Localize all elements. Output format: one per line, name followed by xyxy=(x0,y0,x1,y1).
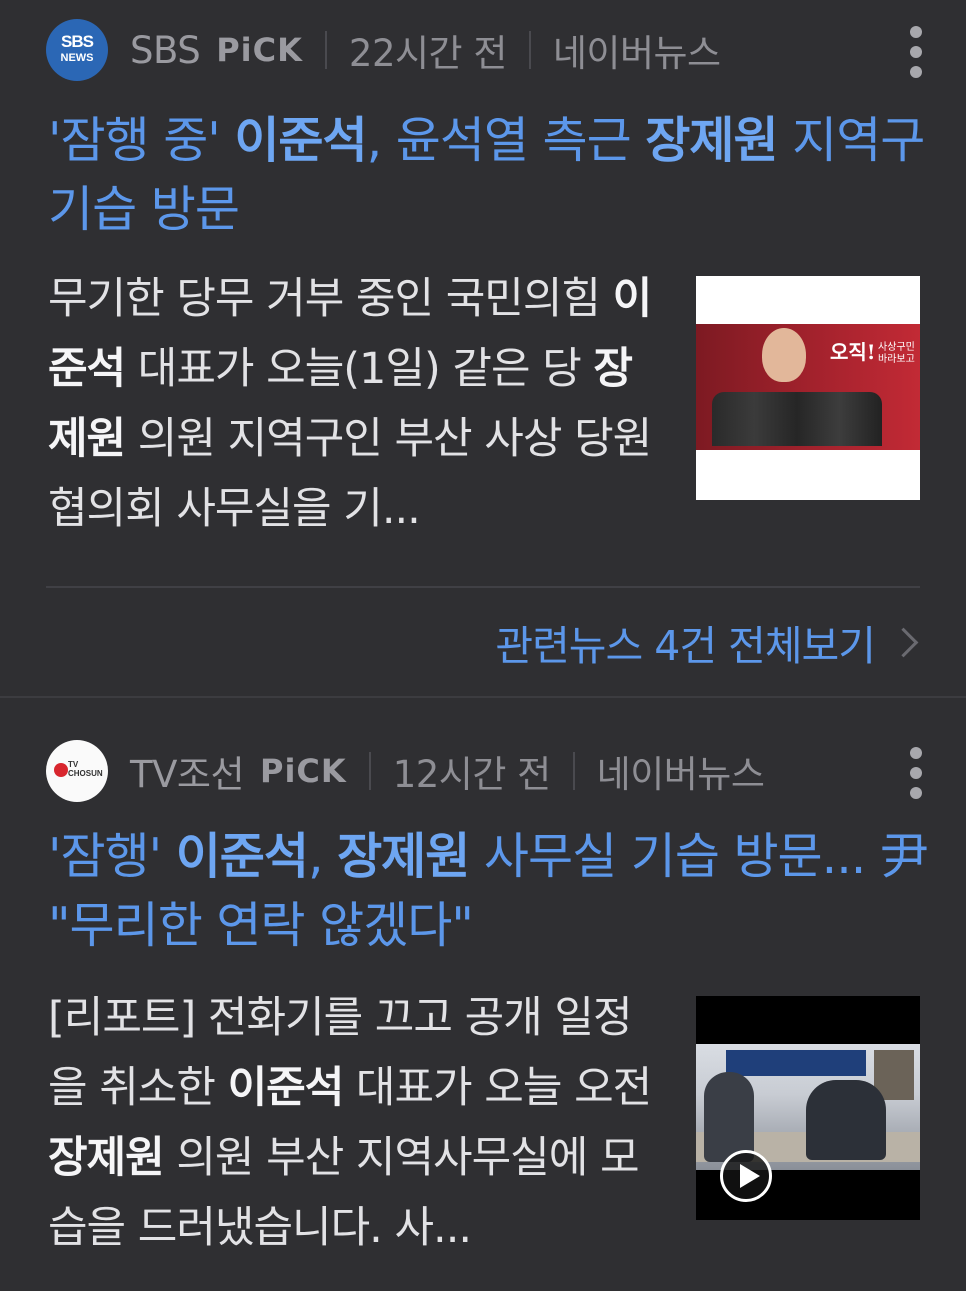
more-options-icon[interactable] xyxy=(910,747,922,799)
headline-text: , xyxy=(307,828,338,885)
related-news-label: 관련뉴스 4건 전체보기 xyxy=(495,622,876,670)
section-divider xyxy=(46,586,920,588)
article-headline[interactable]: '잠행 중' 이준석, 윤석열 측근 장제원 지역구 기습 방문 xyxy=(48,106,928,244)
publish-time: 22시간 전 xyxy=(348,32,507,75)
news-card-tvchosun[interactable]: TV CHOSUN TV조선 PiCK 12시간 전 네이버뉴스 '잠행' 이준… xyxy=(0,696,966,1291)
news-card-sbs[interactable]: SBS NEWS SBS PiCK 22시간 전 네이버뉴스 '잠행 중' 이준… xyxy=(0,0,966,696)
headline-text: , 윤석열 측근 xyxy=(366,112,646,169)
related-news-link[interactable]: 관련뉴스 4건 전체보기 xyxy=(495,612,920,672)
person-figure xyxy=(704,1072,754,1162)
meta-divider xyxy=(528,31,531,69)
article-meta: SBS NEWS SBS PiCK 22시간 전 네이버뉴스 xyxy=(46,18,721,82)
pick-badge: PiCK xyxy=(216,31,303,69)
logo-text: TV CHOSUN xyxy=(68,760,103,778)
headline-keyword: 장제원 xyxy=(645,112,778,169)
pick-badge: PiCK xyxy=(260,752,347,790)
more-options-icon[interactable] xyxy=(910,26,922,78)
logo-subtext: NEWS xyxy=(60,52,94,64)
headline-keyword: 이준석 xyxy=(234,112,367,169)
article-meta: TV CHOSUN TV조선 PiCK 12시간 전 네이버뉴스 xyxy=(46,739,765,803)
headline-keyword: 이준석 xyxy=(175,828,309,885)
headline-text: '잠행 중' xyxy=(48,112,235,169)
group-figure xyxy=(712,392,882,446)
publish-time: 12시간 전 xyxy=(392,753,551,796)
meta-divider xyxy=(324,31,327,69)
article-headline[interactable]: '잠행' 이준석, 장제원 사무실 기습 방문... 尹 "무리한 연락 않겠다… xyxy=(48,822,929,960)
press-name[interactable]: TV조선 xyxy=(130,744,245,798)
summary-text: 무기한 당무 거부 중인 국민의힘 xyxy=(48,274,613,324)
background-banner xyxy=(726,1050,866,1076)
logo-mark xyxy=(54,763,68,777)
summary-text: 대표가 오늘(1일) 같은 당 xyxy=(125,344,594,394)
banner-text: 오직! xyxy=(830,340,876,364)
summary-text: 대표가 오늘 오전 xyxy=(343,1063,652,1113)
summary-keyword: 장제원 xyxy=(48,1133,165,1183)
person-figure xyxy=(806,1080,886,1160)
play-icon[interactable] xyxy=(720,1150,772,1202)
chevron-right-icon xyxy=(888,627,919,657)
portal-name: 네이버뉴스 xyxy=(552,32,721,75)
portal-name: 네이버뉴스 xyxy=(596,753,765,796)
summary-text: 의원 지역구인 부산 사상 당원협의회 사무실을 기... xyxy=(48,414,652,534)
thumbnail-photo: 오직! 사상구민 바라보고 xyxy=(696,324,920,450)
thumbnail-photo xyxy=(696,1044,920,1170)
tv-chosun-logo[interactable]: TV CHOSUN xyxy=(46,740,108,802)
sbs-news-logo[interactable]: SBS NEWS xyxy=(46,19,108,81)
meta-divider xyxy=(572,752,575,790)
article-thumbnail[interactable]: 오직! 사상구민 바라보고 xyxy=(696,276,920,500)
article-summary[interactable]: 무기한 당무 거부 중인 국민의힘 이준석 대표가 오늘(1일) 같은 당 장제… xyxy=(48,264,668,544)
summary-keyword: 이준석 xyxy=(227,1063,345,1113)
press-name[interactable]: SBS xyxy=(130,29,201,72)
person-figure xyxy=(762,328,806,382)
meta-divider xyxy=(368,752,371,790)
video-thumbnail[interactable] xyxy=(696,996,920,1220)
headline-keyword: 장제원 xyxy=(337,828,470,885)
article-summary[interactable]: [리포트] 전화기를 끄고 공개 일정을 취소한 이준석 대표가 오늘 오전 장… xyxy=(48,983,668,1263)
logo-text: SBS xyxy=(61,32,94,51)
banner-subtext: 사상구민 바라보고 xyxy=(878,342,915,365)
headline-text: '잠행' xyxy=(48,828,176,885)
